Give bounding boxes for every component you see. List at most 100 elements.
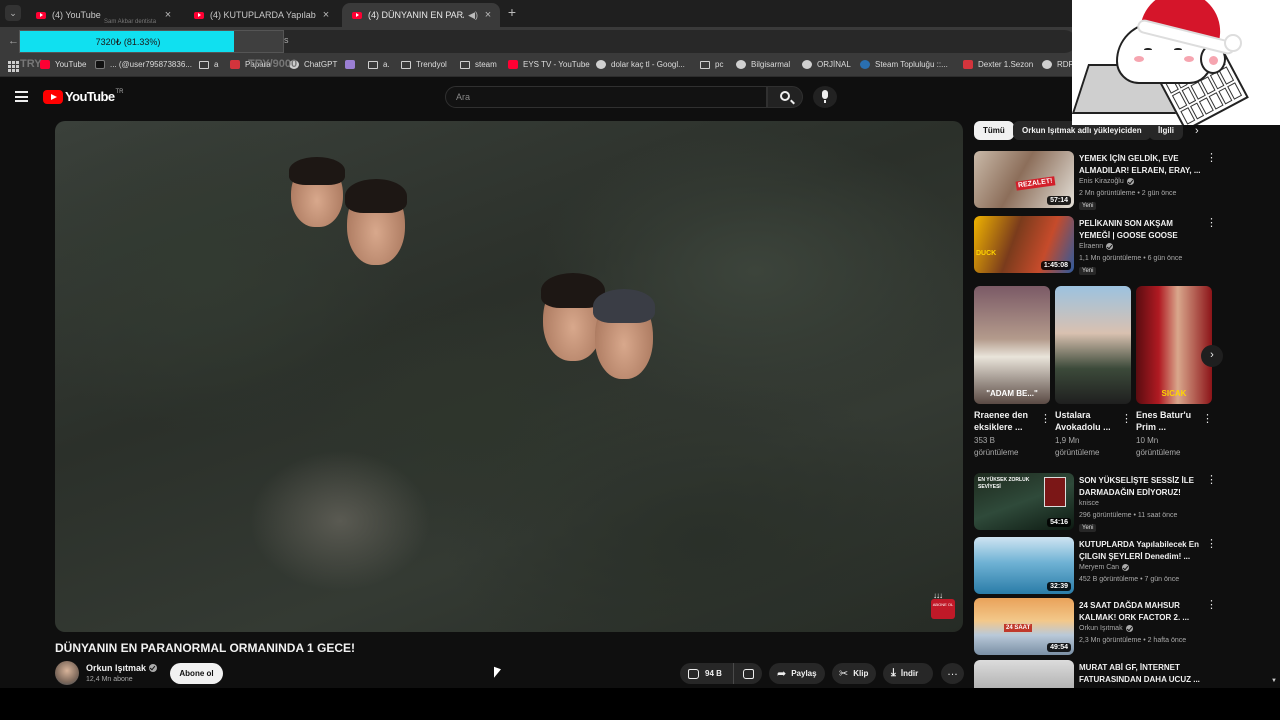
video-thumbnail[interactable]: EN YÜKSEK ZORLUK SEVİYESİ 54:16 <box>974 473 1074 530</box>
related-video[interactable]: EN YÜKSEK ZORLUK SEVİYESİ 54:16 SON YÜKS… <box>974 473 1217 532</box>
new-tab-button[interactable]: + <box>504 4 520 22</box>
back-arrow-icon[interactable]: ← <box>8 35 19 47</box>
clip-button[interactable]: ✂ Klip <box>832 663 876 684</box>
short-thumbnail[interactable]: "ADAM BE..." <box>974 286 1050 404</box>
bookmark-youtube[interactable]: YouTube <box>40 60 86 69</box>
verified-icon <box>1125 625 1133 632</box>
kebab-menu-icon[interactable]: ⋮ <box>1202 412 1213 425</box>
related-video-channel[interactable]: Orkun Işıtmak <box>1079 625 1133 632</box>
search-icon <box>780 91 790 101</box>
youtube-logo[interactable]: YouTube TR <box>43 89 123 104</box>
kebab-menu-icon[interactable]: ⋮ <box>1206 539 1217 550</box>
shorts-next-button[interactable]: › <box>1201 345 1223 367</box>
channel-name[interactable]: Orkun Işıtmak <box>86 663 158 673</box>
speaker-icon[interactable]: ◀) <box>468 10 478 21</box>
short-title[interactable]: Enes Batur'u Prim ... <box>1136 409 1198 433</box>
channel-avatar[interactable] <box>55 661 79 685</box>
dislike-button[interactable] <box>734 663 762 684</box>
bookmark-steam-folder[interactable]: steam <box>460 60 497 69</box>
bookmark-trendyol[interactable]: Trendyol <box>401 60 447 69</box>
santa-hat-pompom <box>1224 34 1242 52</box>
short-title[interactable]: Rraenee den eksiklere ... <box>974 409 1036 433</box>
bookmark-feather[interactable] <box>345 60 360 69</box>
bookmark-pc[interactable]: pc <box>700 60 723 69</box>
subscribe-button[interactable]: Abone ol <box>170 663 223 684</box>
more-actions-button[interactable]: … <box>941 663 964 684</box>
kebab-menu-icon[interactable]: ⋮ <box>1206 153 1217 164</box>
overlay-ghost-text: Sam Akbar dentista <box>104 19 157 25</box>
hamburger-menu-icon[interactable] <box>15 91 28 102</box>
microphone-icon <box>822 90 828 103</box>
scroll-down-arrow-icon[interactable]: ▼ <box>1271 678 1277 684</box>
related-video-title[interactable]: MURAT ABİ GF, İNTERNET FATURASINDAN DAHA… <box>1079 662 1201 686</box>
page-scrollbar[interactable] <box>1270 77 1280 687</box>
related-video-title[interactable]: PELİKANIN SON AKŞAM YEMEĞİ | GOOSE GOOSE… <box>1079 218 1201 242</box>
video-thumbnail[interactable]: DUCK 1:45:08 <box>974 216 1074 273</box>
related-video-channel[interactable]: Enis Kirazoğlu <box>1079 178 1134 185</box>
overlay-ghost-text: TRY/9000 <box>248 58 298 70</box>
tab-search-button[interactable]: ⌄ <box>5 5 21 21</box>
kebab-menu-icon[interactable]: ⋮ <box>1206 218 1217 229</box>
chip-all[interactable]: Tümü <box>974 121 1014 140</box>
voice-search-button[interactable] <box>813 86 837 108</box>
related-video[interactable]: 24 SAAT 49:54 24 SAAT DAĞDA MAHSUR KALMA… <box>974 598 1217 656</box>
youtube-play-icon <box>43 89 63 104</box>
bookmark-orjinal[interactable]: ORJİNAL <box>802 60 851 69</box>
chevron-right-icon[interactable]: › <box>1195 125 1199 137</box>
bookmark-eys-tv[interactable]: EYS TV - YouTube <box>508 60 590 69</box>
bookmark-folder-a[interactable]: a <box>199 60 218 69</box>
share-button[interactable]: ➦ Paylaş <box>769 663 825 684</box>
bookmark-rdr[interactable]: RDR <box>1042 60 1074 69</box>
bookmark-dexter[interactable]: Dexter 1.Sezon <box>963 60 1033 69</box>
short-item[interactable]: Ustalara Avokadolu ... 1,9 Mn görüntülem… <box>1055 286 1132 459</box>
face-sticker <box>541 273 605 361</box>
short-thumbnail[interactable]: SICAK <box>1136 286 1212 404</box>
kebab-menu-icon[interactable]: ⋮ <box>1206 600 1217 611</box>
browser-tab-youtube[interactable]: (4) YouTube × <box>26 3 180 27</box>
close-tab-icon[interactable]: × <box>482 9 494 21</box>
verified-icon <box>1106 243 1114 250</box>
download-button[interactable]: ⤓ İndir <box>883 663 933 684</box>
video-thumbnail[interactable]: 32:39 <box>974 537 1074 594</box>
like-button[interactable]: 94 B <box>680 663 734 684</box>
bookmark-steam-community[interactable]: Steam Topluluğu ::... <box>860 60 948 69</box>
related-video-title[interactable]: KUTUPLARDA Yapılabilecek En ÇILGIN ŞEYLE… <box>1079 539 1201 563</box>
related-video-title[interactable]: YEMEK İÇİN GELDİK, EVE ALMADILAR! ELRAEN… <box>1079 153 1201 177</box>
apps-grid-icon[interactable] <box>8 61 19 72</box>
video-thumbnail[interactable]: REZALET! 57:14 <box>974 151 1074 208</box>
related-video-title[interactable]: 24 SAAT DAĞDA MAHSUR KALMAK! ORK FACTOR … <box>1079 600 1201 624</box>
related-video-channel[interactable]: kniscе <box>1079 500 1099 507</box>
kebab-menu-icon[interactable]: ⋮ <box>1121 412 1132 425</box>
short-item[interactable]: SICAK Enes Batur'u Prim ... 10 Mn görünt… <box>1136 286 1213 459</box>
close-tab-icon[interactable]: × <box>320 9 332 21</box>
video-player[interactable]: ↓↓↓ ABONE OL <box>55 121 963 632</box>
kebab-menu-icon[interactable]: ⋮ <box>1040 412 1051 425</box>
browser-tab-active[interactable]: (4) DÜNYANIN EN PARANORMAL ◀) × <box>342 3 500 27</box>
face-sticker <box>593 289 655 379</box>
tiktok-icon <box>95 60 105 69</box>
video-thumbnail[interactable]: 24 SAAT 49:54 <box>974 598 1074 655</box>
bookmark-dolar[interactable]: dolar kaç tl - Googl... <box>596 60 685 69</box>
youtube-favicon-icon <box>36 11 46 19</box>
search-button[interactable] <box>767 86 803 108</box>
related-video-channel[interactable]: Elraenn <box>1079 243 1114 250</box>
related-video[interactable]: 32:39 KUTUPLARDA Yapılabilecek En ÇILGIN… <box>974 537 1217 595</box>
bookmark-folder-a-dot[interactable]: a. <box>368 60 390 69</box>
short-thumbnail[interactable] <box>1055 286 1131 404</box>
related-video[interactable]: DUCK 1:45:08 PELİKANIN SON AKŞAM YEMEĞİ … <box>974 216 1217 275</box>
new-badge: Yeni <box>1079 202 1097 210</box>
short-views: 353 B görüntüleme <box>974 436 1019 457</box>
close-tab-icon[interactable]: × <box>162 9 174 21</box>
related-video-title[interactable]: SON YÜKSELİŞTE SESSİZ İLE DARMADAĞIN EDİ… <box>1079 475 1201 499</box>
short-item[interactable]: "ADAM BE..." Rraenee den eksiklere ... 3… <box>974 286 1051 459</box>
related-video[interactable]: REZALET! 57:14 YEMEK İÇİN GELDİK, EVE AL… <box>974 151 1217 210</box>
related-video-channel[interactable]: Meryem Can <box>1079 564 1130 571</box>
bookmark-tiktok[interactable]: ... (@user795873836... <box>95 60 192 69</box>
kebab-menu-icon[interactable]: ⋮ <box>1206 475 1217 486</box>
related-video[interactable]: MURAT ABİ GF, İNTERNET FATURASINDAN DAHA… <box>974 660 1204 688</box>
video-thumbnail[interactable] <box>974 660 1074 688</box>
bookmark-bilgisarmal[interactable]: Bilgisarmal <box>736 60 790 69</box>
browser-tab-kutuplarda[interactable]: (4) KUTUPLARDA Yapılabilecek × <box>184 3 338 27</box>
short-title[interactable]: Ustalara Avokadolu ... <box>1055 409 1117 433</box>
search-input[interactable]: Ara <box>445 86 767 108</box>
